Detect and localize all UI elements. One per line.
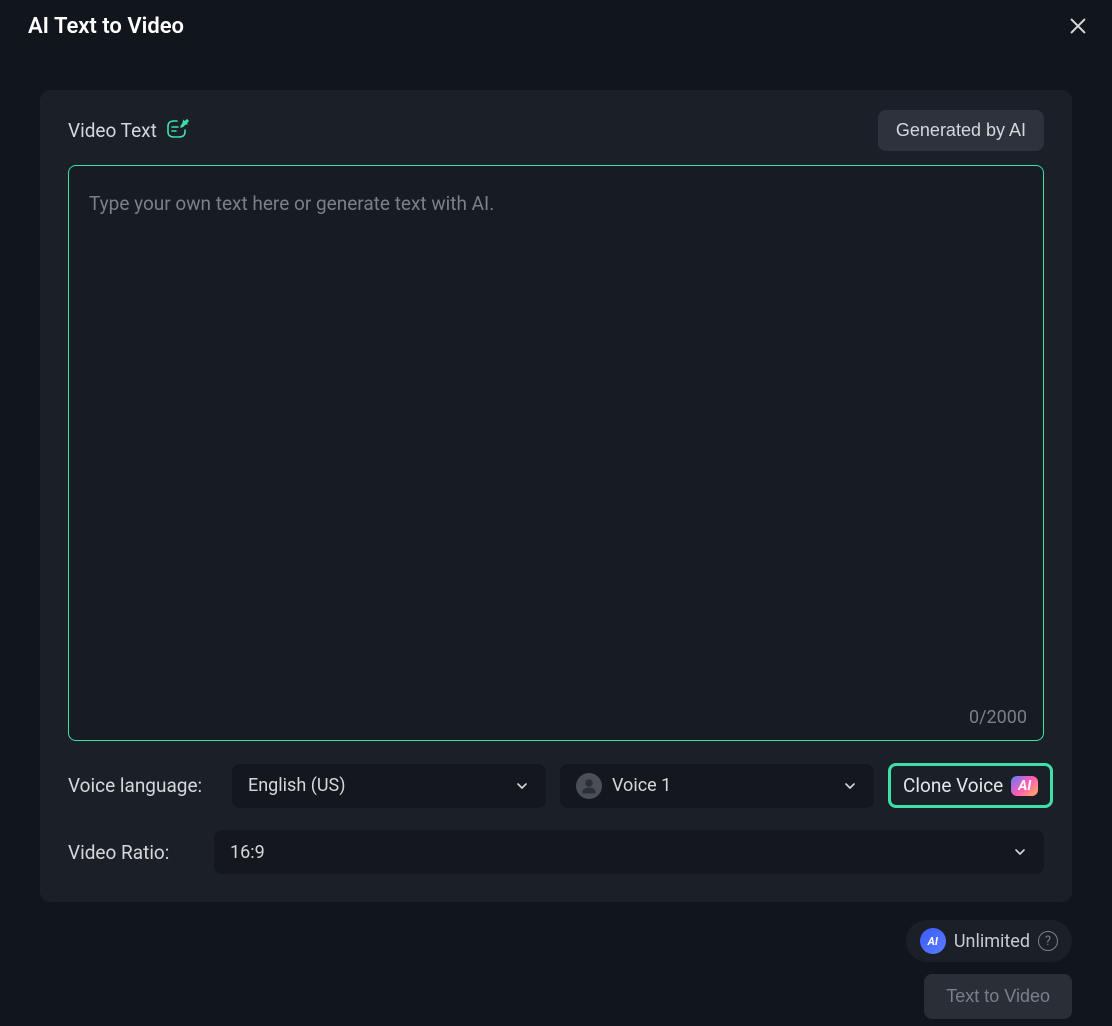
chevron-down-icon xyxy=(842,778,858,794)
unlimited-badge[interactable]: AI Unlimited ? xyxy=(906,920,1072,962)
clone-voice-button[interactable]: Clone Voice AI xyxy=(888,763,1053,808)
video-ratio-select[interactable]: 16:9 xyxy=(214,830,1044,874)
voice-language-label: Voice language: xyxy=(68,774,218,797)
clone-voice-label: Clone Voice xyxy=(903,774,1003,797)
chevron-down-icon xyxy=(514,778,530,794)
voice-value: Voice 1 xyxy=(612,775,671,796)
chevron-down-icon xyxy=(1012,844,1028,860)
unlimited-label: Unlimited xyxy=(954,931,1030,952)
voice-avatar-icon xyxy=(576,773,602,799)
voice-language-value: English (US) xyxy=(248,775,346,796)
edit-icon xyxy=(165,118,191,144)
close-icon xyxy=(1067,15,1089,37)
video-ratio-label: Video Ratio: xyxy=(68,841,200,864)
main-panel: Video Text Generated by AI 0/2000 Voice … xyxy=(40,90,1072,902)
video-text-wrapper: 0/2000 xyxy=(68,165,1044,741)
video-ratio-value: 16:9 xyxy=(230,842,265,863)
ai-badge-icon: AI xyxy=(1011,776,1038,796)
generate-by-ai-button[interactable]: Generated by AI xyxy=(878,110,1044,151)
char-counter: 0/2000 xyxy=(969,707,1027,728)
video-text-input[interactable] xyxy=(69,166,1043,740)
page-title: AI Text to Video xyxy=(28,14,184,39)
video-text-label: Video Text xyxy=(68,119,157,142)
help-icon[interactable]: ? xyxy=(1038,931,1058,951)
voice-language-select[interactable]: English (US) xyxy=(232,764,546,808)
text-to-video-button[interactable]: Text to Video xyxy=(924,974,1072,1019)
ai-circle-icon: AI xyxy=(920,928,946,954)
voice-select[interactable]: Voice 1 xyxy=(560,764,874,808)
close-button[interactable] xyxy=(1064,12,1092,40)
